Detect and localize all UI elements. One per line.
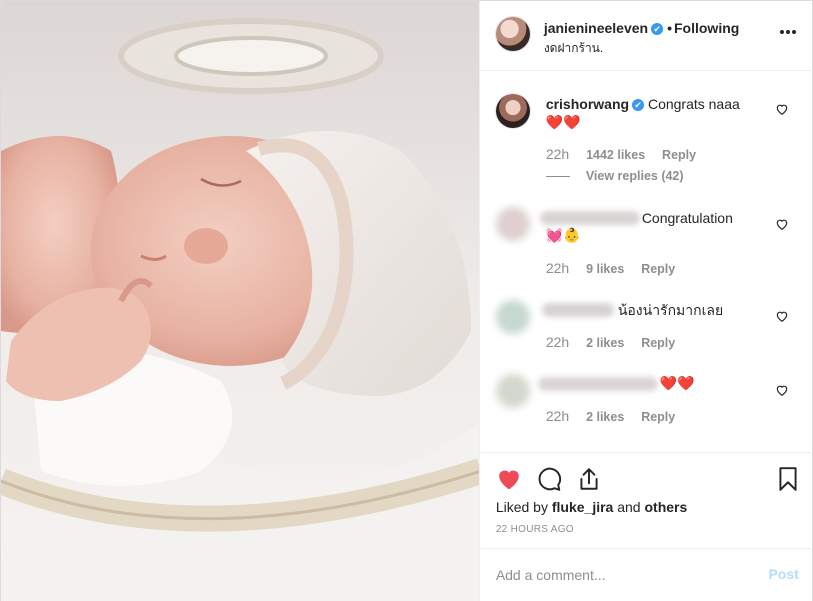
- reply-button[interactable]: Reply: [641, 410, 675, 424]
- author-username[interactable]: janienineeleven: [544, 20, 648, 36]
- commenter-username-blurred[interactable]: [539, 211, 640, 225]
- commenter-avatar-blurred[interactable]: [495, 374, 530, 408]
- comment-text: Congratulation: [641, 210, 733, 226]
- following-button[interactable]: Following: [674, 20, 739, 36]
- comment-meta: 22h 9 likes Reply: [546, 260, 688, 276]
- comment-likes[interactable]: 2 likes: [586, 410, 624, 424]
- header-separator: •: [667, 20, 672, 36]
- more-options-icon[interactable]: [779, 23, 797, 35]
- comment-meta: 22h 2 likes Reply: [546, 334, 688, 350]
- comment-likes[interactable]: 1442 likes: [586, 148, 645, 162]
- post-header: janienineeleven ✔ • Following งดฝากร้าน.: [479, 1, 813, 71]
- post-sidebar: janienineeleven ✔ • Following งดฝากร้าน. cr…: [479, 1, 813, 601]
- comment-body: crishorwang ✔ Congrats naaa ❤️❤️: [546, 95, 766, 131]
- heart-outline-icon[interactable]: [775, 309, 789, 323]
- liked-by-user[interactable]: fluke_jira: [552, 499, 613, 515]
- post-actions: Liked by fluke_jira and others 22 HOURS …: [479, 452, 813, 548]
- comment-emoji: 💓👶: [545, 227, 581, 243]
- heart-outline-icon[interactable]: [775, 383, 789, 397]
- comment-text: Congrats naaa: [647, 96, 740, 112]
- comment-emoji: ❤️❤️: [659, 375, 695, 391]
- bookmark-icon[interactable]: [775, 466, 801, 492]
- comment-input[interactable]: [495, 565, 746, 585]
- comment-body: Congratulation: [642, 208, 772, 228]
- comment-emoji: ❤️❤️: [545, 114, 581, 130]
- comment-time[interactable]: 22h: [546, 146, 569, 162]
- reply-button[interactable]: Reply: [641, 336, 675, 350]
- liked-by-others[interactable]: others: [644, 499, 687, 515]
- comment-likes[interactable]: 9 likes: [586, 262, 624, 276]
- liked-by-prefix: Liked by: [495, 499, 548, 515]
- comments-list[interactable]: crishorwang ✔ Congrats naaa ❤️❤️ 22h 1442…: [480, 72, 813, 452]
- commenter-avatar[interactable]: [495, 94, 530, 128]
- commenter-username[interactable]: crishorwang: [546, 96, 629, 112]
- verified-badge-icon: ✔: [632, 99, 645, 111]
- post-location[interactable]: งดฝากร้าน.: [544, 39, 603, 58]
- comment-time[interactable]: 22h: [546, 334, 569, 350]
- author-line: janienineeleven ✔ • Following: [544, 20, 740, 36]
- comment-likes[interactable]: 2 likes: [586, 336, 624, 350]
- liked-by-text: Liked by fluke_jira and others: [496, 499, 687, 515]
- commenter-avatar-blurred[interactable]: [495, 207, 530, 241]
- reply-button[interactable]: Reply: [662, 148, 696, 162]
- comment-time[interactable]: 22h: [546, 408, 569, 424]
- heart-outline-icon[interactable]: [775, 102, 789, 116]
- verified-badge-icon: ✔: [651, 23, 664, 35]
- comment-meta: 22h 2 likes Reply: [546, 408, 688, 424]
- commenter-username-blurred[interactable]: [541, 303, 614, 317]
- reply-button[interactable]: Reply: [641, 262, 675, 276]
- post-timestamp[interactable]: 22 HOURS AGO: [496, 524, 574, 535]
- comment-time[interactable]: 22h: [546, 260, 569, 276]
- author-avatar[interactable]: [495, 17, 530, 51]
- liked-by-and: and: [617, 499, 641, 515]
- comment-meta: 22h 1442 likes Reply: [546, 146, 709, 162]
- post-comment-button[interactable]: Post: [768, 566, 798, 582]
- view-replies-button[interactable]: View replies (42): [546, 169, 684, 183]
- comment-bubble-icon[interactable]: [536, 466, 562, 492]
- newborn-baby-photo: [1, 1, 479, 601]
- commenter-username-blurred[interactable]: [537, 377, 658, 391]
- heart-outline-icon[interactable]: [775, 217, 789, 231]
- post-photo: [1, 1, 480, 601]
- commenter-avatar-blurred[interactable]: [495, 300, 530, 334]
- comment-text: น้องน่ารักมากเลย: [617, 302, 724, 318]
- heart-filled-icon[interactable]: [496, 466, 522, 492]
- add-comment-bar: Post: [479, 548, 813, 601]
- instagram-post-modal: janienineeleven ✔ • Following งดฝากร้าน. cr…: [0, 0, 813, 601]
- share-icon[interactable]: [576, 466, 602, 492]
